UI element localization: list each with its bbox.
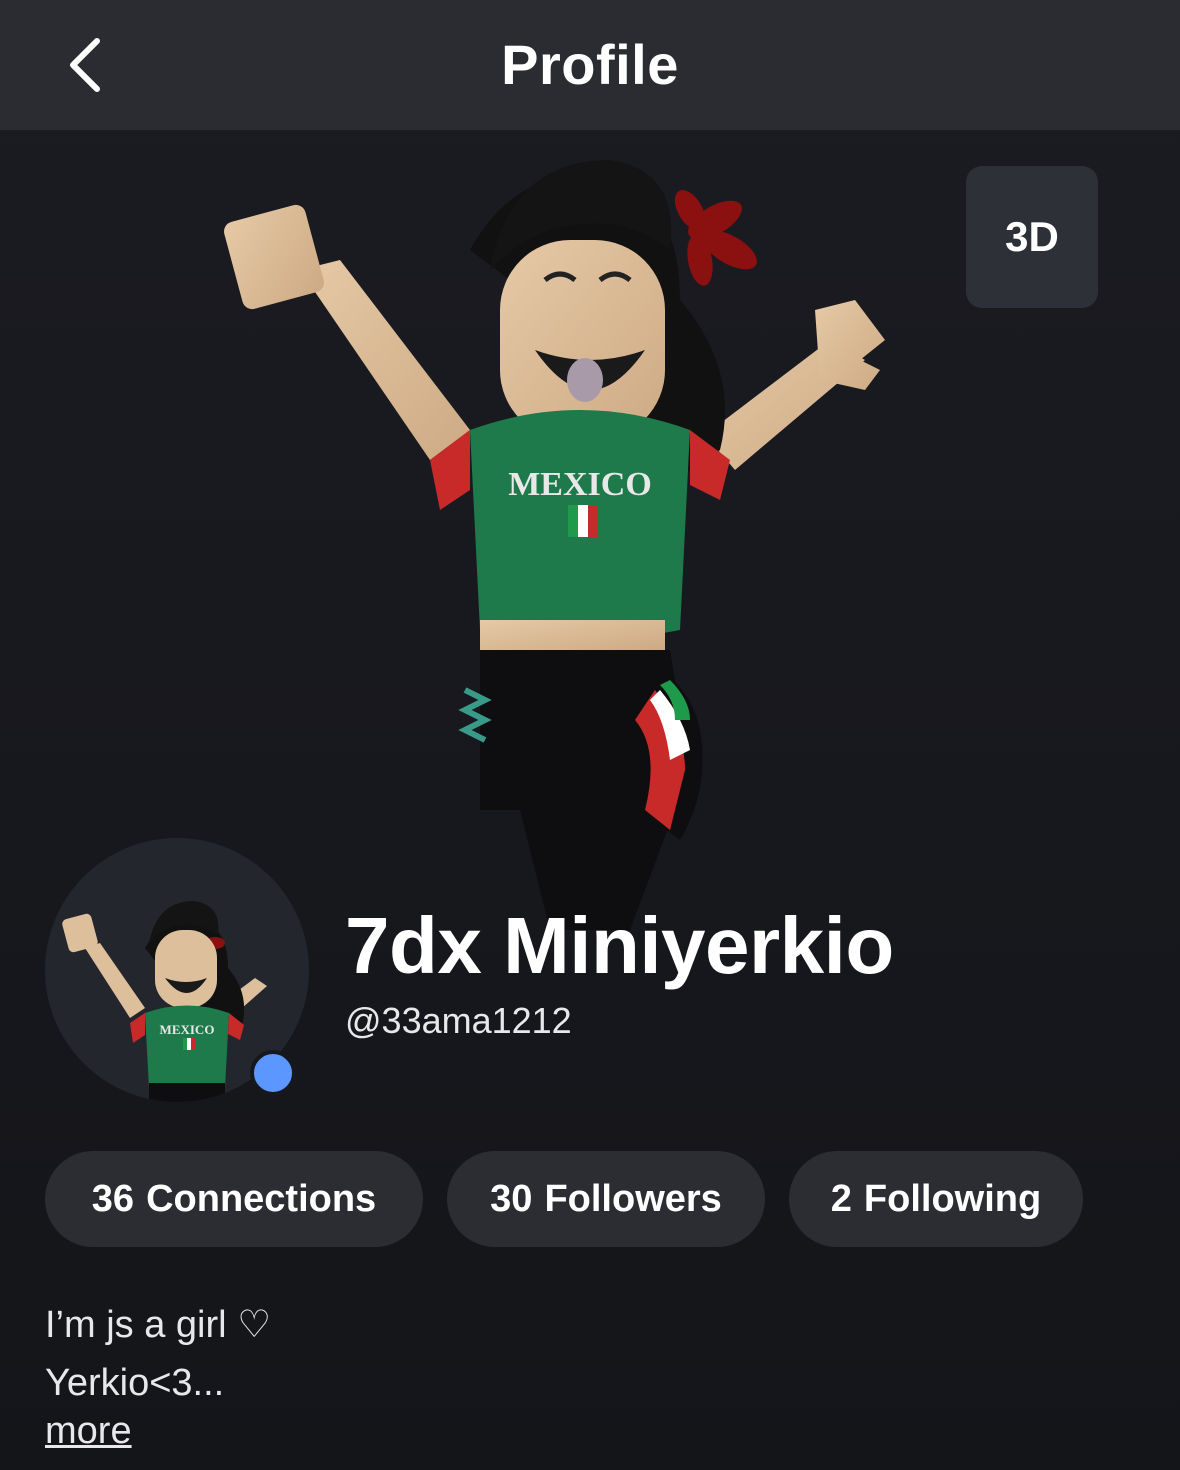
top-bar: Profile bbox=[0, 0, 1180, 130]
followers-label: Followers bbox=[544, 1177, 722, 1220]
bio-more-link[interactable]: more bbox=[45, 1410, 132, 1453]
display-name: 7dx Miniyerkio bbox=[345, 901, 894, 990]
followers-button[interactable]: 30 Followers bbox=[447, 1151, 765, 1247]
profile-page: Profile MEXICO 3D MEXICO 7dx Miniyerkio … bbox=[0, 0, 1180, 1470]
bio-line: Yerkio<3... bbox=[45, 1362, 225, 1404]
following-button[interactable]: 2 Following bbox=[789, 1151, 1083, 1247]
following-count: 2 bbox=[830, 1177, 852, 1220]
view-3d-button[interactable]: 3D bbox=[966, 166, 1098, 308]
page-title: Profile bbox=[501, 33, 679, 96]
online-status-indicator bbox=[250, 1050, 296, 1096]
connections-label: Connections bbox=[146, 1177, 377, 1220]
bio: I’m js a girl ♡ Yerkio<3... bbox=[45, 1296, 271, 1412]
followers-count: 30 bbox=[490, 1177, 533, 1220]
username: @33ama1212 bbox=[345, 1000, 572, 1041]
shirt-text: MEXICO bbox=[508, 466, 652, 503]
bio-line: I’m js a girl ♡ bbox=[45, 1304, 272, 1346]
avatar-stage[interactable]: MEXICO 3D bbox=[0, 130, 1180, 930]
thumb-shirt-text: MEXICO bbox=[160, 1022, 215, 1037]
following-label: Following bbox=[863, 1177, 1042, 1220]
connections-button[interactable]: 36 Connections bbox=[45, 1151, 423, 1247]
connections-count: 36 bbox=[91, 1177, 135, 1220]
